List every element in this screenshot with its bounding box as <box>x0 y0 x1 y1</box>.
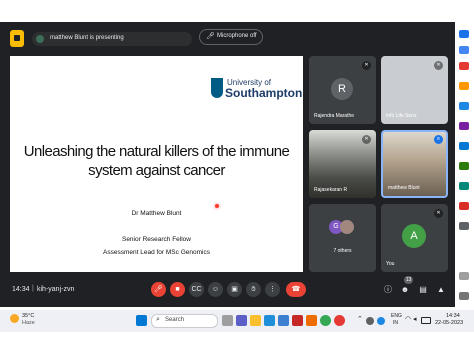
present-button[interactable] <box>10 30 24 47</box>
slide-title: Unleashing the natural killers of the im… <box>23 143 290 179</box>
participant-tile[interactable]: R ✕ Rajendra Marathe <box>309 56 376 124</box>
search-icon: ⌕ <box>156 316 160 323</box>
mic-off-icon: ✕ <box>362 135 371 144</box>
presentation-icon <box>14 35 20 41</box>
side-app-icon[interactable] <box>459 122 469 130</box>
meeting-time: 14:34 <box>12 286 30 293</box>
participant-name: Rajendra Marathe <box>314 113 355 119</box>
tray-icon[interactable] <box>366 317 374 325</box>
avatar: R <box>331 78 353 100</box>
wifi-icon[interactable]: ◠ <box>405 315 411 323</box>
avatar <box>340 220 354 234</box>
people-button[interactable]: ☻ <box>400 285 410 295</box>
info-button[interactable]: ⓘ <box>383 285 393 295</box>
weather-temp: 35°C <box>22 313 35 319</box>
laser-pointer <box>215 204 219 208</box>
raise-hand-button[interactable]: ✋︎ <box>246 282 261 297</box>
participant-name: You <box>386 261 395 267</box>
side-app-icon[interactable] <box>459 162 469 170</box>
presenting-label: matthew Blunt is presenting <box>50 35 124 41</box>
file-explorer-icon[interactable] <box>250 315 261 326</box>
teams-icon[interactable] <box>236 315 247 326</box>
participant-tile-others[interactable]: G 7 others <box>309 204 376 272</box>
captions-button[interactable]: CC <box>189 282 204 297</box>
search-placeholder: Search <box>165 317 185 323</box>
participant-name: Rajasekaran R <box>314 187 348 193</box>
slide-role-1: Senior Research Fellow <box>121 236 191 243</box>
volume-icon[interactable]: ◂ <box>413 315 417 323</box>
divider: | <box>32 285 34 292</box>
chrome-icon[interactable] <box>320 315 331 326</box>
side-app-icon[interactable] <box>459 222 469 230</box>
tray-chevron-icon[interactable]: ⌃ <box>357 315 363 323</box>
start-button[interactable] <box>136 315 147 326</box>
avatar: A <box>402 224 426 248</box>
university-logo: University of Southampton <box>211 76 302 102</box>
weather-desc: Haze <box>22 320 35 326</box>
app-icon[interactable] <box>306 315 317 326</box>
crest-icon <box>211 78 223 98</box>
participant-count-badge: 13 <box>404 276 413 284</box>
mic-status-pill: 🎤︎ Microphone off <box>199 29 263 45</box>
end-call-button[interactable]: ☎︎ <box>286 282 306 297</box>
mic-off-icon: ✕ <box>362 61 371 70</box>
slide-role-2: Assessment Lead for MSc Genomics <box>103 249 210 256</box>
edge-icon[interactable] <box>264 315 275 326</box>
lang-line1[interactable]: ENG <box>391 313 402 319</box>
participant-name: matthew Blunt <box>388 185 420 191</box>
presenting-banner: matthew Blunt is presenting <box>32 32 192 46</box>
slide-author: Dr Matthew Blunt <box>131 210 182 217</box>
side-app-icon[interactable] <box>459 62 469 70</box>
task-view-icon[interactable] <box>222 315 233 326</box>
lang-line2[interactable]: IN <box>393 320 398 326</box>
chat-button[interactable]: ▤ <box>418 285 428 295</box>
mic-off-icon: 🎤︎ <box>206 33 215 40</box>
taskbar-search-box[interactable]: ⌕ Search <box>151 314 218 328</box>
screen-share-icon <box>36 35 44 43</box>
participant-tile[interactable]: ✕ Info Life Senz <box>381 56 448 124</box>
tray-icon[interactable] <box>377 317 385 325</box>
participant-tile-active-speaker[interactable]: ≡ matthew Blunt <box>381 130 448 198</box>
app-icon[interactable] <box>334 315 345 326</box>
mic-toggle-button[interactable]: 🎤︎ <box>151 282 166 297</box>
reactions-button[interactable]: ☺ <box>208 282 223 297</box>
clock-time[interactable]: 14:34 <box>446 313 460 319</box>
participant-name: 7 others <box>333 248 352 254</box>
participant-tile-self[interactable]: A ✕ You <box>381 204 448 272</box>
camera-toggle-button[interactable]: ■ <box>170 282 185 297</box>
side-app-icon[interactable] <box>459 272 469 280</box>
mic-off-icon: ✕ <box>434 61 443 70</box>
side-app-icon[interactable] <box>459 202 469 210</box>
mic-off-icon: ✕ <box>434 209 443 218</box>
side-app-icon[interactable] <box>459 102 469 110</box>
battery-icon[interactable] <box>421 317 431 324</box>
mic-status-text: Microphone off <box>217 33 257 39</box>
side-app-icon[interactable] <box>459 46 469 54</box>
side-app-icon[interactable] <box>459 182 469 190</box>
weather-icon <box>10 314 19 323</box>
participant-tile[interactable]: ✕ Rajasekaran R <box>309 130 376 198</box>
side-app-icon[interactable] <box>459 82 469 90</box>
present-now-button[interactable]: ▣ <box>227 282 242 297</box>
side-search-icon[interactable] <box>459 30 469 38</box>
meeting-code: kih-yanj-zvn <box>37 286 75 293</box>
settings-icon[interactable] <box>459 292 469 300</box>
clock-date[interactable]: 22-05-2023 <box>435 320 463 326</box>
speaking-indicator-icon: ≡ <box>434 135 443 144</box>
participant-name: Info Life Senz <box>386 113 417 119</box>
activities-button[interactable]: ▲ <box>436 285 446 295</box>
side-app-icon[interactable] <box>459 142 469 150</box>
mcafee-icon[interactable] <box>292 315 303 326</box>
more-options-button[interactable]: ⋮ <box>265 282 280 297</box>
presentation-slide: University of Southampton Unleashing the… <box>10 56 303 272</box>
university-line2: Southampton <box>225 86 303 100</box>
store-icon[interactable] <box>278 315 289 326</box>
